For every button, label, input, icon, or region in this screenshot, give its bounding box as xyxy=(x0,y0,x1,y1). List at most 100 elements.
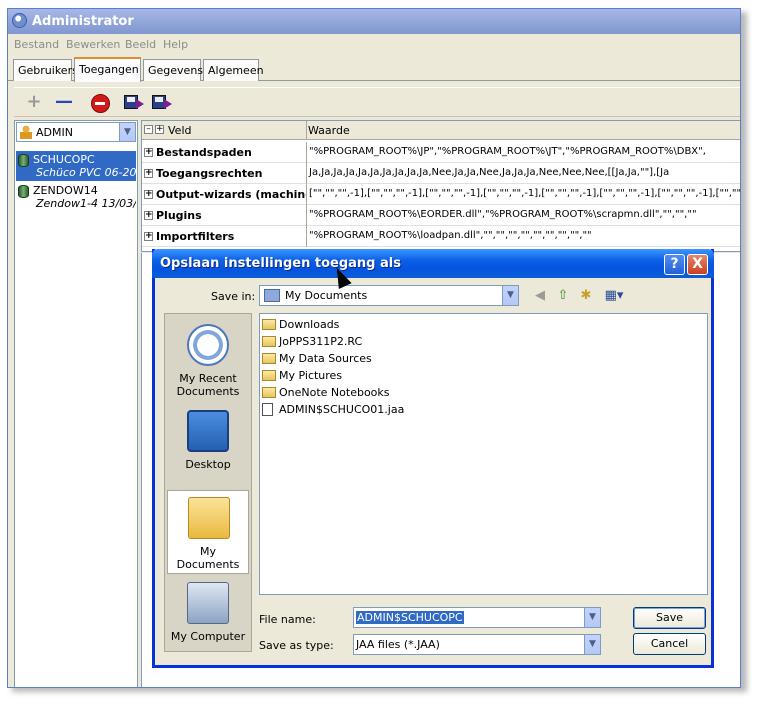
expand-icon[interactable]: + xyxy=(144,211,153,220)
database-icon xyxy=(18,185,29,198)
chevron-down-icon[interactable]: ▼ xyxy=(119,123,135,141)
expand-icon[interactable]: + xyxy=(144,190,153,199)
row-value: "%PROGRAM_ROOT%\loadpan.dll","","","",""… xyxy=(309,230,592,241)
minus-icon[interactable]: — xyxy=(54,93,74,113)
folder-icon xyxy=(262,319,276,330)
place-label: My Documents xyxy=(176,545,240,571)
file-name-text: OneNote Notebooks xyxy=(279,386,390,399)
save-button[interactable]: Save xyxy=(633,607,706,629)
save-as-type-label: Save as type: xyxy=(259,639,334,652)
export-icon[interactable] xyxy=(150,93,172,113)
save-in-value: My Documents xyxy=(285,289,368,302)
title-bar: Administrator xyxy=(8,9,740,34)
tab-strip: Gebruikers Toegangen Gegevens Algemeen xyxy=(8,57,740,82)
dialog-title: Opslaan instellingen toegang als xyxy=(160,256,401,271)
tree-item-name: ZENDOW14 xyxy=(33,184,98,197)
chevron-down-icon[interactable]: ▼ xyxy=(502,286,518,305)
help-button[interactable]: ? xyxy=(664,254,685,275)
expand-icon[interactable]: + xyxy=(144,148,153,157)
toolbar: + — xyxy=(14,87,740,117)
column-header-waarde[interactable]: Waarde xyxy=(308,124,350,137)
app-icon xyxy=(12,13,27,28)
tree-item-sub: Schüco PVC 06-200 xyxy=(36,166,136,179)
row-field-label: Plugins xyxy=(156,209,202,222)
computer-icon xyxy=(187,582,229,624)
grid-row-toegangsrechten[interactable]: + Toegangsrechten Ja,Ja,Ja,Ja,Ja,Ja,Ja,Ja… xyxy=(142,163,740,184)
views-menu-icon[interactable]: ▦▾ xyxy=(602,287,626,305)
tab-toegangen[interactable]: Toegangen xyxy=(74,57,141,82)
grid-row-output-wizards[interactable]: +Output-wizards (machinest ["","","",-1]… xyxy=(142,184,740,205)
user-list-panel: ADMIN ▼ SCHUCOPC Schüco PVC 06-200 ZENDO… xyxy=(14,120,138,687)
up-folder-icon[interactable]: ⇧ xyxy=(554,287,572,305)
back-icon[interactable]: ◀ xyxy=(531,287,549,305)
file-icon xyxy=(262,403,273,416)
row-value: "%PROGRAM_ROOT%\EORDER.dll","%PROGRAM_RO… xyxy=(309,209,697,220)
grid-row-bestandspaden[interactable]: + Bestandspaden "%PROGRAM_ROOT%\JP","%PRO… xyxy=(142,142,740,163)
tab-algemeen[interactable]: Algemeen xyxy=(203,59,264,81)
save-as-type-select[interactable]: JAA files (*.JAA) ▼ xyxy=(353,634,601,655)
tree-item-name: SCHUCOPC xyxy=(33,153,95,166)
save-in-label: Save in: xyxy=(211,290,256,303)
place-my-computer[interactable]: My Computer xyxy=(167,576,249,660)
collapse-all-icon[interactable]: – xyxy=(144,125,153,134)
save-icon[interactable] xyxy=(122,93,144,113)
veld-header-label: Veld xyxy=(168,124,192,137)
expand-icon[interactable]: + xyxy=(144,232,153,241)
row-field-label: Toegangsrechten xyxy=(156,167,263,180)
clock-icon xyxy=(187,324,229,366)
tree-item-sub: Zendow1-4 13/03/2 xyxy=(36,197,136,210)
chevron-down-icon[interactable]: ▼ xyxy=(584,635,600,654)
place-my-recent-documents[interactable]: My Recent Documents xyxy=(167,318,249,402)
grid-row-plugins[interactable]: + Plugins "%PROGRAM_ROOT%\EORDER.dll","%P… xyxy=(142,205,740,226)
tab-gegevens[interactable]: Gegevens xyxy=(143,59,203,81)
tree-item-schucopc[interactable]: SCHUCOPC Schüco PVC 06-200 xyxy=(16,151,136,181)
folder-icon xyxy=(262,353,276,364)
row-field-label: Output-wizards (machinest xyxy=(156,188,306,201)
file-name-label: File name: xyxy=(259,613,316,626)
desktop-icon xyxy=(187,410,229,452)
menu-help[interactable]: Help xyxy=(163,38,188,51)
database-icon xyxy=(18,154,29,167)
new-folder-icon[interactable]: ✱ xyxy=(577,287,595,305)
chevron-down-icon[interactable]: ▼ xyxy=(584,608,600,627)
place-label: My Recent Documents xyxy=(176,372,240,398)
cancel-button[interactable]: Cancel xyxy=(633,633,706,655)
file-name-value: ADMIN$SCHUCOPC xyxy=(356,611,464,624)
column-header-veld[interactable]: – + Veld xyxy=(142,121,307,140)
place-label: My Computer xyxy=(170,630,246,643)
tab-gebruikers[interactable]: Gebruikers xyxy=(13,59,78,81)
file-name-text: My Data Sources xyxy=(279,352,372,365)
expand-all-icon[interactable]: + xyxy=(155,125,164,134)
documents-folder-icon xyxy=(188,497,230,539)
save-dialog: Opslaan instellingen toegang als ? X Sav… xyxy=(152,249,714,668)
folder-icon xyxy=(262,336,276,347)
file-name-text: ADMIN$SCHUCO01.jaa xyxy=(279,403,405,416)
tree-item-zendow14[interactable]: ZENDOW14 Zendow1-4 13/03/2 xyxy=(16,182,136,212)
menu-bestand[interactable]: Bestand xyxy=(14,38,59,51)
stop-icon[interactable] xyxy=(90,93,110,113)
folder-icon xyxy=(262,387,276,398)
save-in-select[interactable]: My Documents ▼ xyxy=(259,285,519,306)
save-as-type-value: JAA files (*.JAA) xyxy=(356,638,440,651)
place-desktop[interactable]: Desktop xyxy=(167,404,249,488)
row-value: ["","","",-1],["","","",-1],["","","",-1… xyxy=(309,188,741,199)
place-my-documents[interactable]: My Documents xyxy=(167,490,249,574)
menu-bewerken[interactable]: Bewerken xyxy=(66,38,120,51)
grid-header: – + Veld Waarde xyxy=(142,121,740,140)
user-select[interactable]: ADMIN ▼ xyxy=(16,122,136,142)
grid-row-importfilters[interactable]: + Importfilters "%PROGRAM_ROOT%\loadpan.d… xyxy=(142,226,740,247)
file-name-text: Downloads xyxy=(279,318,340,331)
expand-icon[interactable]: + xyxy=(144,169,153,178)
file-name-field[interactable]: ADMIN$SCHUCOPC ▼ xyxy=(353,607,601,628)
settings-grid: – + Veld Waarde + Bestandspaden "%PROGRAM… xyxy=(141,120,740,252)
user-icon xyxy=(20,125,32,139)
row-field-label: Bestandspaden xyxy=(156,146,252,159)
close-button[interactable]: X xyxy=(687,254,708,275)
user-select-value: ADMIN xyxy=(36,126,73,139)
menu-beeld[interactable]: Beeld xyxy=(125,38,156,51)
plus-icon[interactable]: + xyxy=(24,93,44,113)
row-value: Ja,Ja,Ja,Ja,Ja,Ja,Ja,Ja,Ja,Ja,Nee,Ja,Ja,… xyxy=(309,167,670,178)
my-documents-icon xyxy=(264,289,280,302)
folder-icon xyxy=(262,370,276,381)
window-title: Administrator xyxy=(32,14,134,29)
